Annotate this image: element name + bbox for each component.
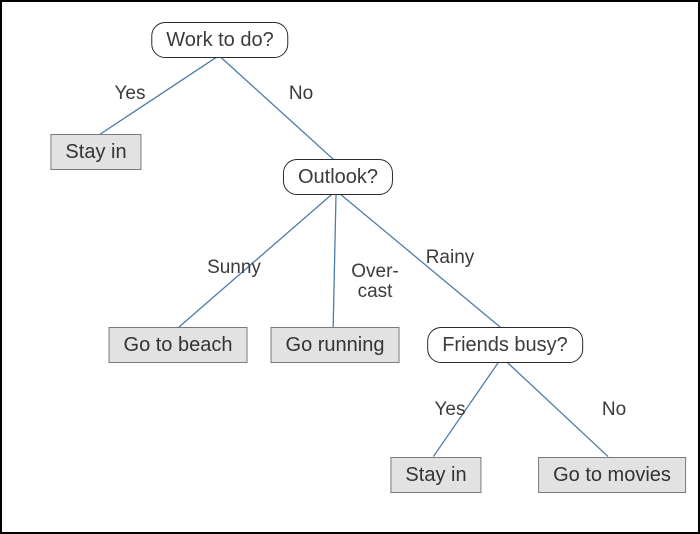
tree-edges [2, 2, 698, 532]
edge-root-no [219, 56, 336, 162]
leaf-go-to-beach: Go to beach [109, 327, 248, 363]
edge-friends-no [502, 357, 608, 456]
leaf-stay-in-2: Stay in [390, 457, 481, 493]
node-outlook: Outlook? [283, 159, 393, 195]
edge-label-sunny: Sunny [207, 258, 261, 278]
edge-label-no-1: No [289, 84, 313, 104]
leaf-go-to-movies: Go to movies [538, 457, 686, 493]
edge-label-no-2: No [602, 400, 626, 420]
edge-label-rainy: Rainy [426, 248, 475, 268]
node-work-to-do: Work to do? [151, 22, 288, 58]
leaf-go-running: Go running [271, 327, 400, 363]
decision-tree-diagram: Work to do? Outlook? Friends busy? Stay … [0, 0, 700, 534]
edge-label-overcast: Over- cast [351, 262, 399, 302]
leaf-stay-in-1: Stay in [50, 134, 141, 170]
edge-outlook-overcast [333, 191, 336, 329]
edge-outlook-rainy [336, 191, 502, 329]
edge-label-yes-2: Yes [435, 400, 466, 420]
node-friends-busy: Friends busy? [427, 327, 583, 363]
edge-label-yes-1: Yes [115, 84, 146, 104]
